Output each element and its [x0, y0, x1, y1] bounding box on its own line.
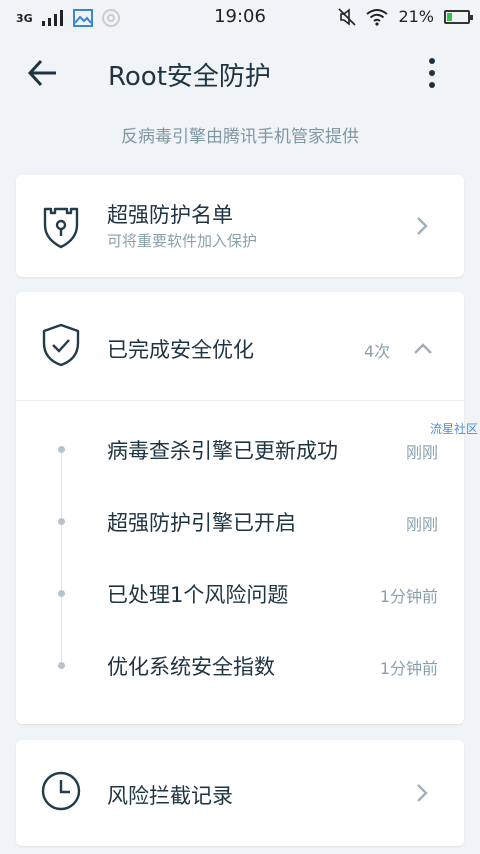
risk-records-title: 风险拦截记录 [107, 784, 233, 808]
timeline-item-text: 病毒查杀引擎已更新成功 [107, 439, 338, 463]
protect-list-card[interactable]: 超强防护名单 可将重要软件加入保护 [16, 175, 464, 277]
shield-lock-icon [43, 207, 79, 249]
timeline-dot [58, 662, 65, 669]
timeline-item-text: 优化系统安全指数 [107, 655, 275, 679]
clock-icon [41, 771, 81, 811]
timeline-item-time: 1分钟前 [379, 587, 438, 606]
timeline-item-time: 刚刚 [405, 515, 438, 534]
optimization-count: 4次 [364, 342, 391, 361]
divider [16, 400, 464, 401]
protect-list-subtitle: 可将重要软件加入保护 [107, 232, 258, 250]
chevron-right-icon [417, 784, 428, 802]
shield-check-icon[interactable] [40, 322, 82, 368]
header: Root安全防护 [0, 34, 480, 114]
status-bar: 3G 19:06 21% [0, 0, 480, 34]
optimization-title: 已完成安全优化 [107, 338, 254, 362]
battery-percent: 21% [398, 7, 434, 26]
wifi-icon [366, 8, 389, 26]
optimization-card: 已完成安全优化 4次 病毒查杀引擎已更新成功 刚刚 超强防护引擎已开启 刚刚 已… [16, 292, 464, 724]
engine-provider-text: 反病毒引擎由腾讯手机管家提供 [121, 127, 359, 147]
battery-icon [444, 9, 473, 24]
page-title: Root安全防护 [108, 62, 271, 92]
timeline-item-text: 已处理1个风险问题 [107, 583, 289, 607]
chevron-up-icon[interactable] [412, 340, 434, 356]
watermark: 流星社区 [430, 422, 479, 436]
battery-fill [447, 12, 452, 21]
timeline-item-time: 刚刚 [405, 443, 438, 462]
chevron-right-icon [417, 217, 428, 235]
more-options-icon[interactable] [420, 56, 444, 90]
timeline-item-time: 1分钟前 [379, 659, 438, 678]
protect-list-title: 超强防护名单 [107, 203, 233, 227]
timeline-dot [58, 446, 65, 453]
back-arrow-icon[interactable] [26, 56, 60, 90]
mute-icon [338, 7, 357, 26]
timeline-dot [58, 518, 65, 525]
timeline-line [61, 449, 62, 665]
timeline-item-text: 超强防护引擎已开启 [107, 511, 296, 535]
timeline-dot [58, 590, 65, 597]
risk-records-card[interactable]: 风险拦截记录 [16, 740, 464, 846]
status-right: 21% [338, 7, 473, 26]
